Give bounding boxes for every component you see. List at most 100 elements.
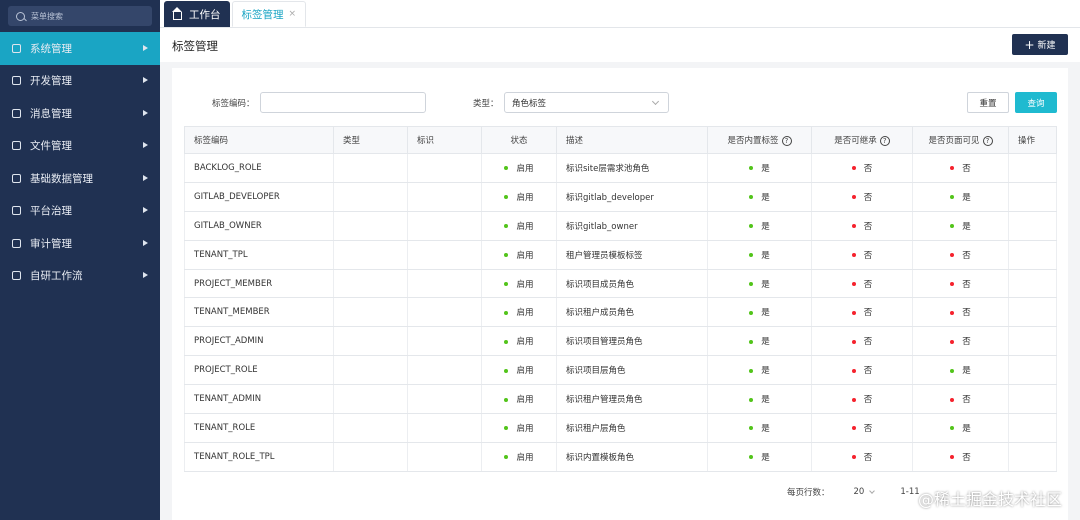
sidebar-item[interactable]: 审计管理 [0, 227, 160, 260]
status-dot [950, 253, 955, 258]
page-size-select[interactable]: 20 [854, 487, 876, 497]
cell-page-visible: 是 [912, 413, 1009, 443]
tag-code-input[interactable] [260, 92, 426, 113]
cell-ops [1008, 355, 1057, 386]
menu-icon [12, 108, 21, 118]
tab-workbench[interactable]: 工作台 [164, 1, 230, 27]
cell-status: 启用 [481, 297, 557, 328]
table-row[interactable]: GITLAB_OWNER 启用 标识gitlab_owner 是 否 是 [184, 211, 1057, 241]
cell-status: 启用 [481, 326, 557, 357]
status-dot [749, 282, 754, 286]
watermark: @稀土掘金技术社区 [917, 490, 1062, 509]
cell-code: PROJECT_ROLE [184, 355, 334, 386]
table-row[interactable]: PROJECT_ADMIN 启用 标识项目管理员角色 是 否 否 [184, 326, 1057, 357]
table-row[interactable]: PROJECT_MEMBER 启用 标识项目成员角色 是 否 否 [184, 269, 1057, 299]
table-row[interactable]: BACKLOG_ROLE 启用 标识site层需求池角色 是 否 否 [184, 153, 1057, 183]
cell-type [333, 297, 408, 328]
status-dot [504, 310, 509, 315]
header-flag: 标识 [407, 126, 482, 154]
query-button[interactable]: 查询 [1015, 92, 1057, 113]
status-dot [950, 282, 955, 286]
cell-flag [407, 153, 482, 183]
sidebar-item[interactable]: 开发管理 [0, 65, 160, 98]
cell-inherit-value: 否 [863, 192, 873, 203]
status-dot [851, 310, 856, 315]
table-row[interactable]: TENANT_TPL 启用 租户管理员模板标签 是 否 否 [184, 240, 1057, 270]
table-row[interactable]: PROJECT_ROLE 启用 标识项目层角色 是 否 是 [184, 355, 1057, 386]
status-dot [950, 397, 955, 402]
help-icon[interactable]: ? [879, 135, 890, 146]
cell-status: 启用 [481, 384, 557, 415]
cell-desc: 标识gitlab_developer [556, 182, 708, 212]
cell-inherit-value: 否 [863, 337, 873, 348]
new-button[interactable]: + 新建 [1012, 34, 1068, 55]
sidebar-item[interactable]: 自研工作流 [0, 260, 160, 293]
menu-icon [12, 173, 21, 183]
cell-type [333, 442, 408, 472]
table-row[interactable]: GITLAB_DEVELOPER 启用 标识gitlab_developer 是 否 是 [184, 182, 1057, 212]
table-row[interactable]: TENANT_ROLE_TPL 启用 标识内置模板角色 是 否 否 [184, 442, 1057, 472]
cell-code: BACKLOG_ROLE [184, 153, 334, 183]
sidebar-item[interactable]: 消息管理 [0, 97, 160, 130]
cell-builtin-value: 是 [761, 308, 770, 319]
menu-icon [12, 271, 21, 281]
cell-status-value: 启用 [516, 452, 534, 463]
cell-ops [1008, 384, 1057, 415]
cell-status-value: 启用 [516, 221, 534, 232]
cell-inherit: 否 [811, 269, 913, 299]
tab-tag-management[interactable]: 标签管理 × [231, 1, 307, 27]
cell-code: PROJECT_MEMBER [184, 269, 334, 299]
status-dot [851, 339, 856, 344]
status-dot [950, 310, 955, 315]
reset-button[interactable]: 重置 [967, 92, 1009, 113]
cell-inherit-value: 否 [863, 366, 873, 377]
table-row[interactable]: TENANT_ROLE 启用 标识租户层角色 是 否 是 [184, 413, 1057, 443]
cell-flag [407, 384, 482, 415]
close-icon[interactable]: × [289, 9, 297, 19]
cell-builtin: 是 [707, 326, 812, 357]
sidebar-item[interactable]: 基础数据管理 [0, 162, 160, 195]
cell-type [333, 269, 408, 299]
page-range: 1-11 [900, 487, 920, 497]
cell-desc: 标识项目管理员角色 [556, 326, 708, 357]
sidebar-item[interactable]: 文件管理 [0, 130, 160, 163]
cell-page-visible-value: 是 [962, 192, 971, 203]
table-row[interactable]: TENANT_ADMIN 启用 标识租户管理员角色 是 否 否 [184, 384, 1057, 415]
chevron-down-icon [651, 97, 660, 106]
cell-desc: 标识项目层角色 [556, 355, 708, 386]
cell-status: 启用 [481, 153, 557, 183]
cell-page-visible-value: 否 [962, 279, 971, 290]
cell-builtin: 是 [707, 442, 812, 472]
chevron-right-icon [143, 239, 148, 246]
header-ops: 操作 [1008, 126, 1057, 154]
sidebar-item[interactable]: 平台治理 [0, 195, 160, 228]
cell-status-value: 启用 [516, 337, 534, 348]
cell-inherit: 否 [811, 211, 913, 241]
cell-page-visible: 否 [912, 240, 1009, 270]
cell-desc: 标识gitlab_owner [556, 211, 708, 241]
status-dot [851, 166, 856, 171]
chevron-right-icon [143, 109, 148, 116]
cell-inherit-value: 否 [863, 250, 873, 261]
status-dot [749, 426, 754, 431]
cell-flag [407, 211, 482, 241]
cell-status: 启用 [481, 442, 557, 472]
status-dot [504, 397, 509, 402]
status-dot [950, 426, 955, 431]
help-icon[interactable]: ? [982, 135, 993, 146]
cell-page-visible: 是 [912, 355, 1009, 386]
table-row[interactable]: TENANT_MEMBER 启用 标识租户成员角色 是 否 否 [184, 297, 1057, 328]
menu-search-input[interactable]: 菜单搜索 [8, 6, 152, 26]
status-dot [950, 166, 955, 171]
cell-code: TENANT_ROLE_TPL [184, 442, 334, 472]
menu-search-placeholder: 菜单搜索 [31, 11, 63, 21]
sidebar-item[interactable]: 系统管理 [0, 32, 160, 65]
help-icon[interactable]: ? [781, 135, 792, 146]
cell-page-visible: 否 [912, 442, 1009, 472]
cell-code: TENANT_TPL [184, 240, 334, 270]
side-menu: 系统管理 开发管理 消息管理 文件管理 基础数据管理 平台治理 审计管理 自研工作流 [0, 32, 160, 292]
cell-builtin: 是 [707, 182, 812, 212]
status-dot [851, 455, 856, 460]
type-select[interactable]: 角色标签 [504, 92, 669, 113]
search-icon [16, 11, 25, 21]
